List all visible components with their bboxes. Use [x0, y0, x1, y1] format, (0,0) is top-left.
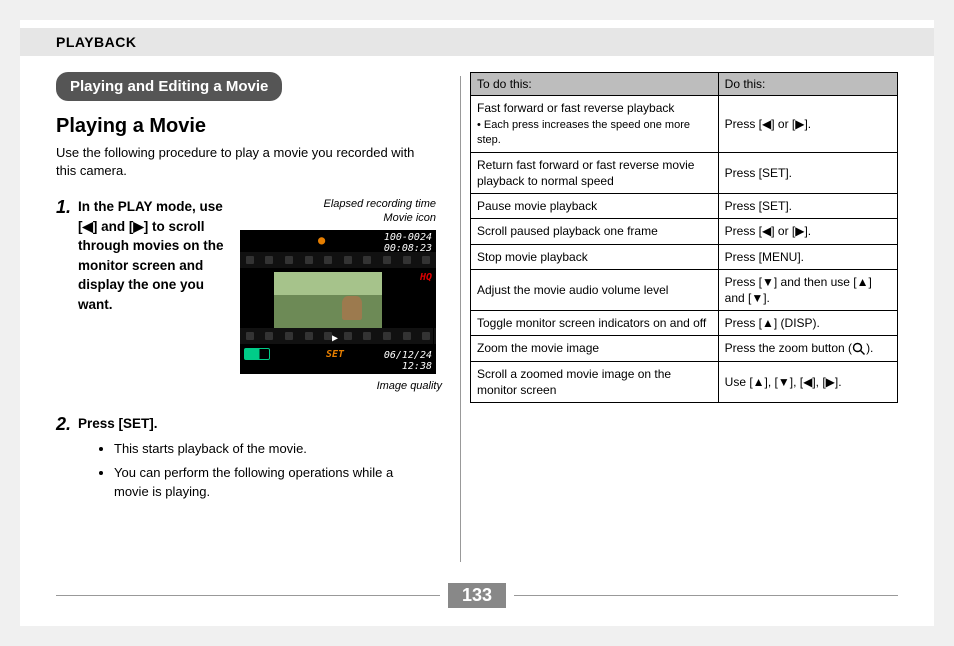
left-column: Playing and Editing a Movie Playing a Mo… — [20, 72, 450, 502]
table-row: Stop movie playback Press [MENU]. — [471, 244, 898, 269]
subsection-heading: Playing a Movie — [56, 115, 430, 138]
osd-set-label: SET — [326, 349, 344, 360]
movie-icon: ● — [318, 234, 325, 247]
right-column: To do this: Do this: Fast forward or fas… — [450, 72, 934, 502]
leader-line-quality — [433, 274, 434, 374]
battery-icon — [244, 348, 270, 360]
step-1-figure: Elapsed recording time Movie icon 100-00… — [240, 197, 436, 374]
step-2-text: Press [SET]. — [78, 414, 430, 434]
action-cmd: Press [◀] or [▶]. — [718, 219, 897, 244]
table-row: Fast forward or fast reverse playback • … — [471, 96, 898, 153]
intro-paragraph: Use the following procedure to play a mo… — [56, 144, 430, 179]
header-band: PLAYBACK — [20, 28, 934, 56]
action-cmd: Press the zoom button (). — [718, 336, 897, 361]
film-strip-top — [240, 252, 436, 268]
action-desc: Zoom the movie image — [471, 336, 719, 361]
step-1-number: 1. — [56, 197, 78, 218]
action-cmd: Use [▲], [▼], [◀], [▶]. — [718, 361, 897, 402]
column-divider — [460, 76, 461, 562]
action-desc: Scroll paused playback one frame — [471, 219, 719, 244]
table-header-todo: To do this: — [471, 73, 719, 96]
osd-clock: 12:38 — [402, 361, 432, 372]
action-desc: Toggle monitor screen indicators on and … — [471, 311, 719, 336]
action-desc: Stop movie playback — [471, 244, 719, 269]
playback-actions-table: To do this: Do this: Fast forward or fas… — [470, 72, 898, 403]
table-header-dothis: Do this: — [718, 73, 897, 96]
caption-movie-icon: Movie icon — [383, 212, 436, 224]
action-subnote: • Each press increases the speed one mor… — [477, 118, 712, 148]
topic-pill: Playing and Editing a Movie — [56, 72, 282, 101]
action-desc: Adjust the movie audio volume level — [471, 269, 719, 310]
play-icon: ▶ — [332, 333, 338, 344]
columns: Playing and Editing a Movie Playing a Mo… — [20, 72, 934, 502]
movie-frame-thumbnail — [274, 272, 382, 330]
bullet-item: This starts playback of the movie. — [114, 439, 430, 459]
table-row: Scroll paused playback one frame Press [… — [471, 219, 898, 244]
table-row: Adjust the movie audio volume level Pres… — [471, 269, 898, 310]
action-desc: Scroll a zoomed movie image on the monit… — [471, 361, 719, 402]
action-cmd: Press [MENU]. — [718, 244, 897, 269]
step-2-number: 2. — [56, 414, 78, 435]
steps-list: 1. In the PLAY mode, use [◀] and [▶] to … — [56, 197, 430, 502]
caption-elapsed-time: Elapsed recording time — [323, 198, 436, 210]
action-desc: Pause movie playback — [471, 194, 719, 219]
page-number: 133 — [448, 583, 506, 608]
table-row: Scroll a zoomed movie image on the monit… — [471, 361, 898, 402]
step-2: 2. Press [SET]. This starts playback of … — [56, 414, 430, 502]
step-2-bullets: This starts playback of the movie. You c… — [114, 439, 430, 502]
action-desc: Return fast forward or fast reverse movi… — [471, 152, 719, 193]
step-1: 1. In the PLAY mode, use [◀] and [▶] to … — [56, 197, 430, 374]
table-row: Zoom the movie image Press the zoom butt… — [471, 336, 898, 361]
action-cmd: Press [SET]. — [718, 152, 897, 193]
section-title: PLAYBACK — [56, 34, 137, 50]
action-cmd: Press [◀] or [▶]. — [718, 96, 897, 153]
osd-quality-badge: HQ — [420, 272, 432, 283]
magnifier-icon — [852, 341, 866, 355]
step-1-text: In the PLAY mode, use [◀] and [▶] to scr… — [78, 197, 230, 314]
camera-lcd-screenshot: 100-0024 00:08:23 ● HQ — [240, 230, 436, 374]
table-row: Toggle monitor screen indicators on and … — [471, 311, 898, 336]
osd-date: 06/12/24 — [384, 350, 432, 361]
osd-file-number: 100-0024 — [384, 232, 432, 243]
action-desc: Fast forward or fast reverse playback — [477, 101, 674, 115]
action-cmd: Press [▼] and then use [▲] and [▼]. — [718, 269, 897, 310]
page-footer: 133 — [20, 583, 934, 608]
action-cmd: Press [SET]. — [718, 194, 897, 219]
bullet-item: You can perform the following operations… — [114, 463, 430, 502]
table-row: Pause movie playback Press [SET]. — [471, 194, 898, 219]
manual-page: PLAYBACK Playing and Editing a Movie Pla… — [20, 20, 934, 626]
action-cmd: Press [▲] (DISP). — [718, 311, 897, 336]
caption-image-quality: Image quality — [377, 380, 442, 392]
table-row: Return fast forward or fast reverse movi… — [471, 152, 898, 193]
